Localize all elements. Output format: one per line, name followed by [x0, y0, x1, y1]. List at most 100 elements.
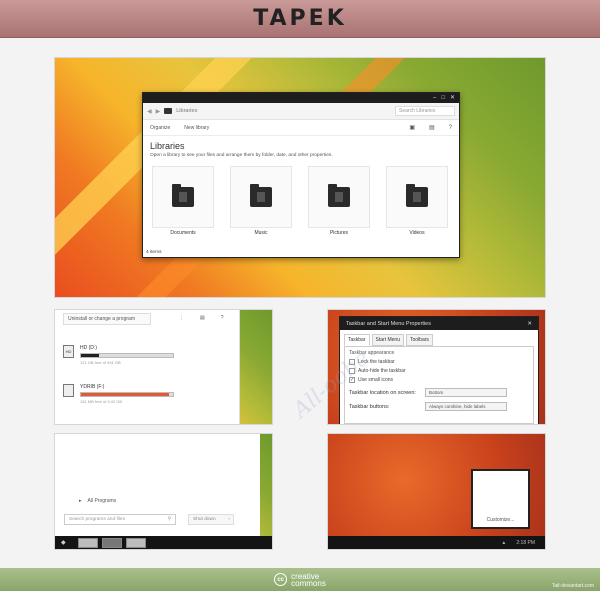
preview-pane-icon[interactable]: ▤ — [429, 124, 435, 131]
arrow-right-icon: ▸ — [79, 498, 82, 504]
tab-taskbar[interactable]: Taskbar — [344, 334, 370, 346]
minimize-icon[interactable]: – — [433, 95, 436, 101]
library-label: Documents — [170, 230, 196, 236]
library-label: Videos — [409, 230, 425, 236]
usb-drive-icon — [63, 384, 74, 397]
back-icon[interactable]: ◀ — [147, 108, 152, 115]
creative-commons-logo: cc creative commons — [274, 572, 326, 588]
auto-hide-checkbox[interactable]: Auto-hide the taskbar — [349, 368, 529, 374]
taskbar-location-select[interactable]: Bottom — [425, 388, 507, 397]
close-icon[interactable]: ✕ — [450, 95, 455, 101]
all-programs-button[interactable]: ▸ All Programs — [79, 498, 116, 504]
drive-meta: 121 GB free of 931 GB — [80, 360, 121, 365]
forward-icon[interactable]: ▶ — [156, 108, 161, 115]
library-label: Music — [254, 230, 268, 236]
drive-name: HD (D:) — [80, 345, 97, 351]
field-label: Taskbar buttons: — [349, 403, 390, 410]
library-label: Pictures — [329, 230, 349, 236]
small-icons-checkbox[interactable]: ✓ Use small icons — [349, 377, 529, 383]
organize-button[interactable]: Organize — [150, 125, 170, 131]
taskbar: ◆ — [55, 536, 272, 549]
uninstall-pane: Uninstall or change a program ⋮ ▤ ? HD H… — [55, 310, 240, 424]
explorer-screenshot: – □ ✕ ◀ ▶ Libraries Search Libraries Org… — [54, 57, 546, 298]
cc-line: commons — [291, 578, 326, 588]
customize-link[interactable]: Customize... — [473, 517, 528, 523]
taskbar-buttons-row: Taskbar buttons: Always combine, hide la… — [349, 402, 529, 411]
field-label: Taskbar location on screen: — [349, 389, 416, 396]
pictures-folder-icon — [328, 184, 350, 207]
dialog-titlebar: Taskbar and Start Menu Properties ✕ — [340, 317, 538, 330]
library-tile-videos[interactable] — [386, 166, 448, 228]
taskbar-button[interactable] — [101, 537, 122, 548]
page-title: TAPEK — [253, 6, 347, 31]
uninstall-screenshot: Uninstall or change a program ⋮ ▤ ? HD H… — [54, 309, 273, 425]
taskbar-buttons-select[interactable]: Always combine, hide labels — [425, 402, 507, 411]
uninstall-button[interactable]: Uninstall or change a program — [63, 313, 151, 325]
new-library-button[interactable]: New library — [184, 125, 209, 131]
taskbar: ▲ 2:18 PM — [328, 536, 545, 549]
start-button-icon[interactable]: ◆ — [61, 539, 66, 546]
footer-bar: cc creative commons Tatl-deviantart.com — [0, 568, 600, 591]
search-placeholder: Search programs and files — [69, 517, 125, 522]
command-bar: Organize New library ▣ ▤ ? — [143, 120, 459, 136]
view-icon[interactable]: ⋮ — [179, 315, 184, 321]
libraries-heading: Libraries — [150, 141, 185, 151]
taskbar-button[interactable] — [77, 537, 98, 548]
taskbar-properties-dialog: Taskbar and Start Menu Properties ✕ Task… — [339, 316, 539, 424]
view-options-icon[interactable]: ▣ — [409, 124, 415, 131]
shutdown-label: Shut down — [193, 517, 216, 522]
explorer-window: – □ ✕ ◀ ▶ Libraries Search Libraries Org… — [142, 92, 460, 258]
dialog-body: Taskbar appearance Lock the taskbar Auto… — [344, 346, 534, 424]
dialog-tabs: Taskbar Start Menu Toolbars — [340, 330, 538, 346]
start-search-input[interactable]: Search programs and files ⚲ — [64, 514, 176, 525]
library-labels: Documents Music Pictures Videos — [143, 228, 459, 236]
group-heading: Taskbar appearance — [349, 350, 395, 356]
library-tile-pictures[interactable] — [308, 166, 370, 228]
videos-folder-icon — [406, 184, 428, 207]
maximize-icon[interactable]: □ — [441, 95, 445, 101]
start-menu-screenshot: ▸ All Programs Search programs and files… — [54, 433, 273, 550]
help-icon[interactable]: ? — [449, 125, 452, 131]
pane-icon[interactable]: ▤ — [200, 315, 205, 321]
item-count: 4 items — [146, 250, 162, 255]
tab-start-menu[interactable]: Start Menu — [371, 334, 404, 346]
hard-drive-icon: HD — [63, 345, 74, 358]
header-bar: TAPEK — [0, 0, 600, 38]
chevron-right-icon[interactable]: › — [228, 517, 230, 522]
all-programs-label: All Programs — [87, 498, 117, 504]
lock-taskbar-checkbox[interactable]: Lock the taskbar — [349, 359, 529, 365]
uninstall-toolbar: ⋮ ▤ ? — [179, 315, 224, 321]
desktop-screenshot: Customize... ▲ 2:18 PM — [327, 433, 546, 550]
cc-icon: cc — [274, 573, 288, 586]
address-field[interactable]: Libraries — [176, 108, 391, 114]
music-folder-icon — [250, 184, 272, 207]
search-icon[interactable]: ⚲ — [167, 517, 171, 522]
drive-item[interactable]: YDRIB (F:) 131 MB free of 3.42 GB — [63, 384, 174, 404]
search-input[interactable]: Search Libraries — [395, 106, 455, 116]
notification-area-popup: Customize... — [471, 469, 530, 529]
footer-credit: Tatl-deviantart.com — [551, 583, 594, 589]
checkbox-label: Use small icons — [358, 377, 394, 383]
explorer-titlebar: – □ ✕ — [143, 93, 459, 103]
drive-meta: 131 MB free of 3.42 GB — [80, 399, 123, 404]
drive-usage-fill — [81, 393, 170, 396]
drive-usage-bar — [80, 353, 174, 358]
library-tile-music[interactable] — [230, 166, 292, 228]
folder-icon — [164, 108, 173, 114]
library-tile-documents[interactable] — [152, 166, 214, 228]
tray-arrow-icon[interactable]: ▲ — [501, 540, 506, 546]
drive-usage-fill — [81, 354, 100, 357]
shutdown-button[interactable]: Shut down › — [188, 514, 234, 525]
library-grid — [143, 158, 459, 228]
libraries-description: Open a library to see your files and arr… — [150, 153, 333, 158]
start-menu-panel: ▸ All Programs Search programs and files… — [55, 434, 260, 538]
taskbar-location-row: Taskbar location on screen: Bottom — [349, 388, 529, 397]
clock[interactable]: 2:18 PM — [516, 540, 535, 546]
close-icon[interactable]: ✕ — [527, 321, 532, 327]
drive-item[interactable]: HD HD (D:) 121 GB free of 931 GB — [63, 345, 174, 365]
drive-name: YDRIB (F:) — [80, 384, 105, 390]
help-icon[interactable]: ? — [221, 315, 224, 321]
taskbar-button[interactable] — [125, 537, 146, 548]
tab-toolbars[interactable]: Toolbars — [405, 334, 433, 346]
documents-folder-icon — [172, 184, 194, 207]
